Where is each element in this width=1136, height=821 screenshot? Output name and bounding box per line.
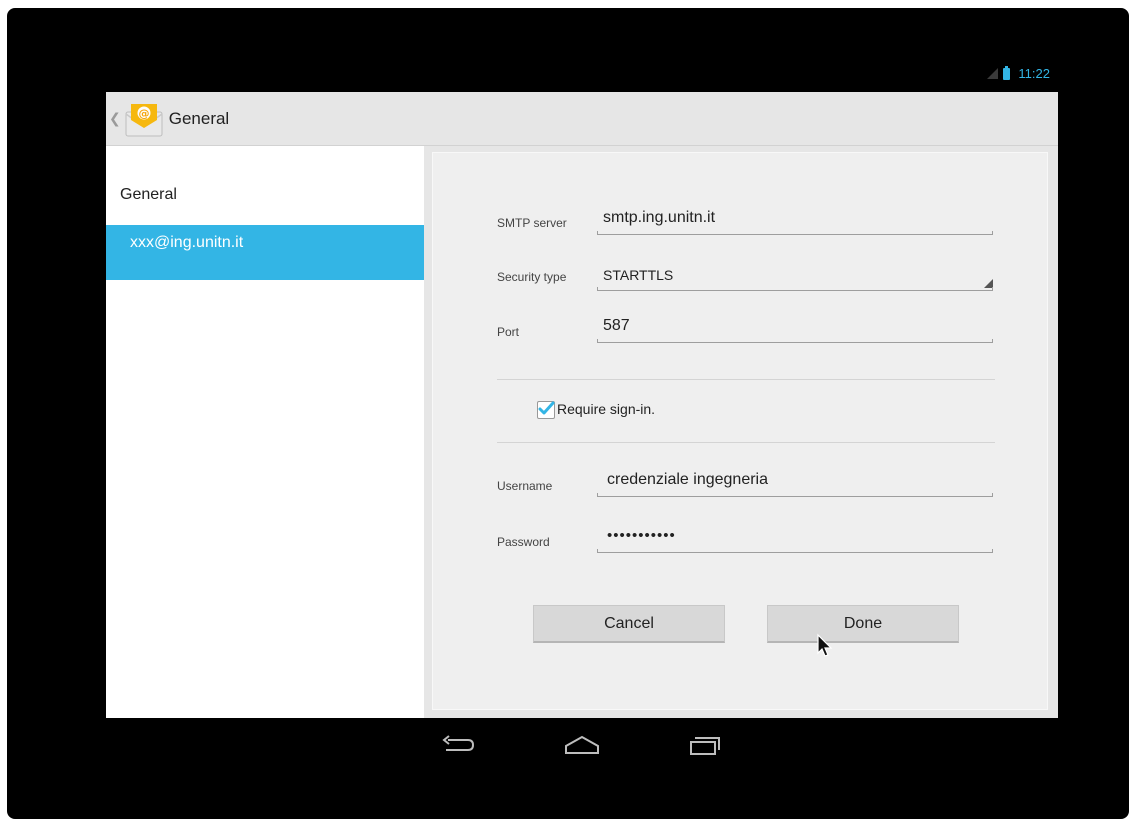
- action-bar-title: General: [168, 108, 230, 128]
- security-type-value: STARTTLS: [603, 267, 674, 283]
- smtp-server-label: SMTP server: [497, 216, 567, 230]
- svg-text:@: @: [138, 107, 149, 120]
- username-value: credenziale ingegneria: [607, 471, 768, 488]
- smtp-server-input[interactable]: smtp.ing.unitn.it: [597, 209, 993, 235]
- require-signin-checkbox[interactable]: [537, 401, 555, 419]
- done-button[interactable]: Done: [767, 605, 959, 643]
- smtp-server-value: smtp.ing.unitn.it: [603, 209, 716, 226]
- checkmark-icon: [538, 401, 555, 415]
- password-value: •••••••••••: [607, 527, 676, 544]
- divider: [497, 379, 995, 380]
- require-signin-label[interactable]: Require sign-in.: [557, 401, 655, 417]
- app-screen: ❮ @ General General xxx@ing.unitn.it SMT…: [106, 92, 1058, 718]
- navigation-bar: [106, 720, 1058, 780]
- status-clock: 11:22: [1018, 66, 1050, 81]
- email-app-icon[interactable]: @: [123, 100, 165, 138]
- back-icon[interactable]: [440, 734, 476, 756]
- action-bar[interactable]: ❮ @ General: [106, 92, 1058, 146]
- up-chevron-icon[interactable]: ❮: [109, 110, 121, 127]
- outgoing-server-form: SMTP server smtp.ing.unitn.it Security t…: [432, 152, 1048, 710]
- cancel-button[interactable]: Cancel: [533, 605, 725, 643]
- port-input[interactable]: 587: [597, 317, 993, 343]
- security-type-label: Security type: [497, 270, 567, 284]
- battery-icon: [1003, 65, 1011, 80]
- password-input[interactable]: •••••••••••: [597, 527, 993, 553]
- port-label: Port: [497, 325, 520, 339]
- signal-icon: [987, 68, 999, 79]
- settings-sidebar: General xxx@ing.unitn.it: [106, 146, 424, 718]
- mouse-pointer-icon: [816, 633, 834, 659]
- sidebar-item-account[interactable]: xxx@ing.unitn.it: [106, 225, 424, 280]
- port-value: 587: [603, 317, 630, 334]
- divider: [497, 442, 995, 443]
- sidebar-account-label: xxx@ing.unitn.it: [130, 234, 244, 251]
- username-label: Username: [497, 479, 553, 493]
- security-type-spinner[interactable]: STARTTLS: [597, 265, 993, 291]
- username-input[interactable]: credenziale ingegneria: [597, 471, 993, 497]
- home-icon[interactable]: [563, 734, 601, 756]
- settings-detail-pane: SMTP server smtp.ing.unitn.it Security t…: [424, 146, 1058, 718]
- recent-apps-icon[interactable]: [686, 734, 722, 756]
- status-icons: 11:22: [987, 65, 1050, 81]
- password-label: Password: [497, 535, 550, 549]
- sidebar-item-general[interactable]: General: [120, 186, 177, 204]
- status-bar: 11:22: [106, 62, 1058, 92]
